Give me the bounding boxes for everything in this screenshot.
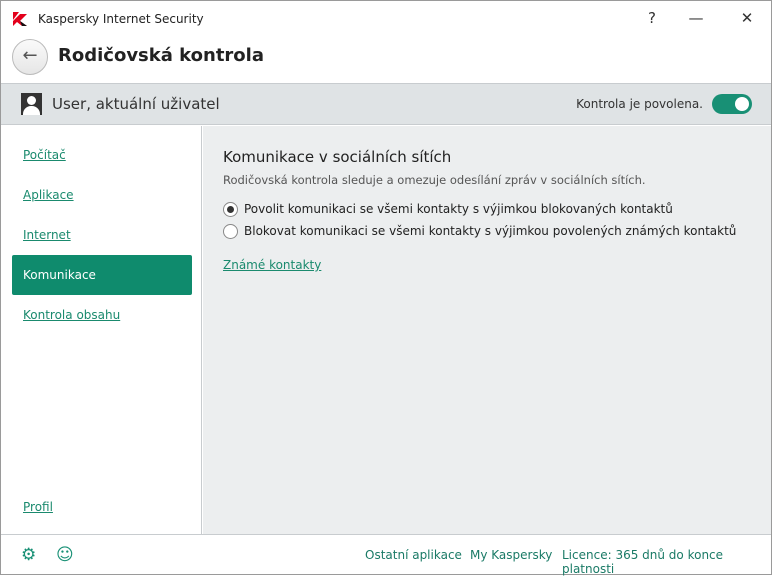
section-heading: Komunikace v sociálních sítích [223, 148, 452, 166]
sidebar-item-kontrola-obsahu[interactable]: Kontrola obsahu [12, 295, 192, 335]
user-name: User, aktuální uživatel [52, 95, 220, 113]
footer: ⚙ ☺ Ostatní aplikace My Kaspersky Licenc… [1, 534, 771, 576]
radio-block[interactable]: Blokovat komunikaci se všemi kontakty s … [223, 224, 736, 239]
radio-label: Blokovat komunikaci se všemi kontakty s … [244, 224, 737, 238]
radio-label: Povolit komunikaci se všemi kontakty s v… [244, 202, 673, 216]
sidebar-item-internet[interactable]: Internet [12, 215, 192, 255]
sidebar-item-pocitac[interactable]: Počítač [12, 135, 192, 175]
radio-allow[interactable]: Povolit komunikaci se všemi kontakty s v… [223, 202, 673, 217]
license-link[interactable]: Licence: 365 dnů do konce platnosti [562, 548, 771, 576]
section-description: Rodičovská kontrola sleduje a omezuje od… [223, 173, 646, 187]
close-button[interactable]: ✕ [732, 9, 762, 27]
sidebar-item-komunikace[interactable]: Komunikace [12, 255, 192, 295]
help-button[interactable]: ? [637, 9, 667, 27]
title-bar: Kaspersky Internet Security ? — ✕ [1, 1, 771, 37]
user-avatar-icon [21, 93, 42, 115]
other-apps-link[interactable]: Ostatní aplikace [365, 548, 462, 562]
settings-icon[interactable]: ⚙ [21, 545, 36, 565]
page-title: Rodičovská kontrola [58, 45, 264, 66]
main-panel: Komunikace v sociálních sítích Rodičovsk… [203, 126, 771, 534]
back-button[interactable]: ← [12, 39, 48, 75]
sidebar: Počítač Aplikace Internet Komunikace Kon… [1, 126, 202, 534]
window-title: Kaspersky Internet Security [38, 12, 204, 26]
user-bar: User, aktuální uživatel Kontrola je povo… [1, 83, 771, 125]
radio-selected-icon [223, 202, 238, 217]
sidebar-item-profil[interactable]: Profil [12, 487, 192, 527]
sidebar-item-aplikace[interactable]: Aplikace [12, 175, 192, 215]
control-status: Kontrola je povolena. [576, 97, 703, 111]
known-contacts-link[interactable]: Známé kontakty [223, 258, 321, 272]
support-icon[interactable]: ☺ [56, 545, 74, 565]
my-kaspersky-link[interactable]: My Kaspersky [470, 548, 552, 562]
control-toggle[interactable] [712, 94, 752, 114]
radio-unselected-icon [223, 224, 238, 239]
arrow-left-icon: ← [22, 45, 38, 66]
kaspersky-logo-icon [13, 12, 27, 26]
minimize-button[interactable]: — [681, 9, 711, 27]
